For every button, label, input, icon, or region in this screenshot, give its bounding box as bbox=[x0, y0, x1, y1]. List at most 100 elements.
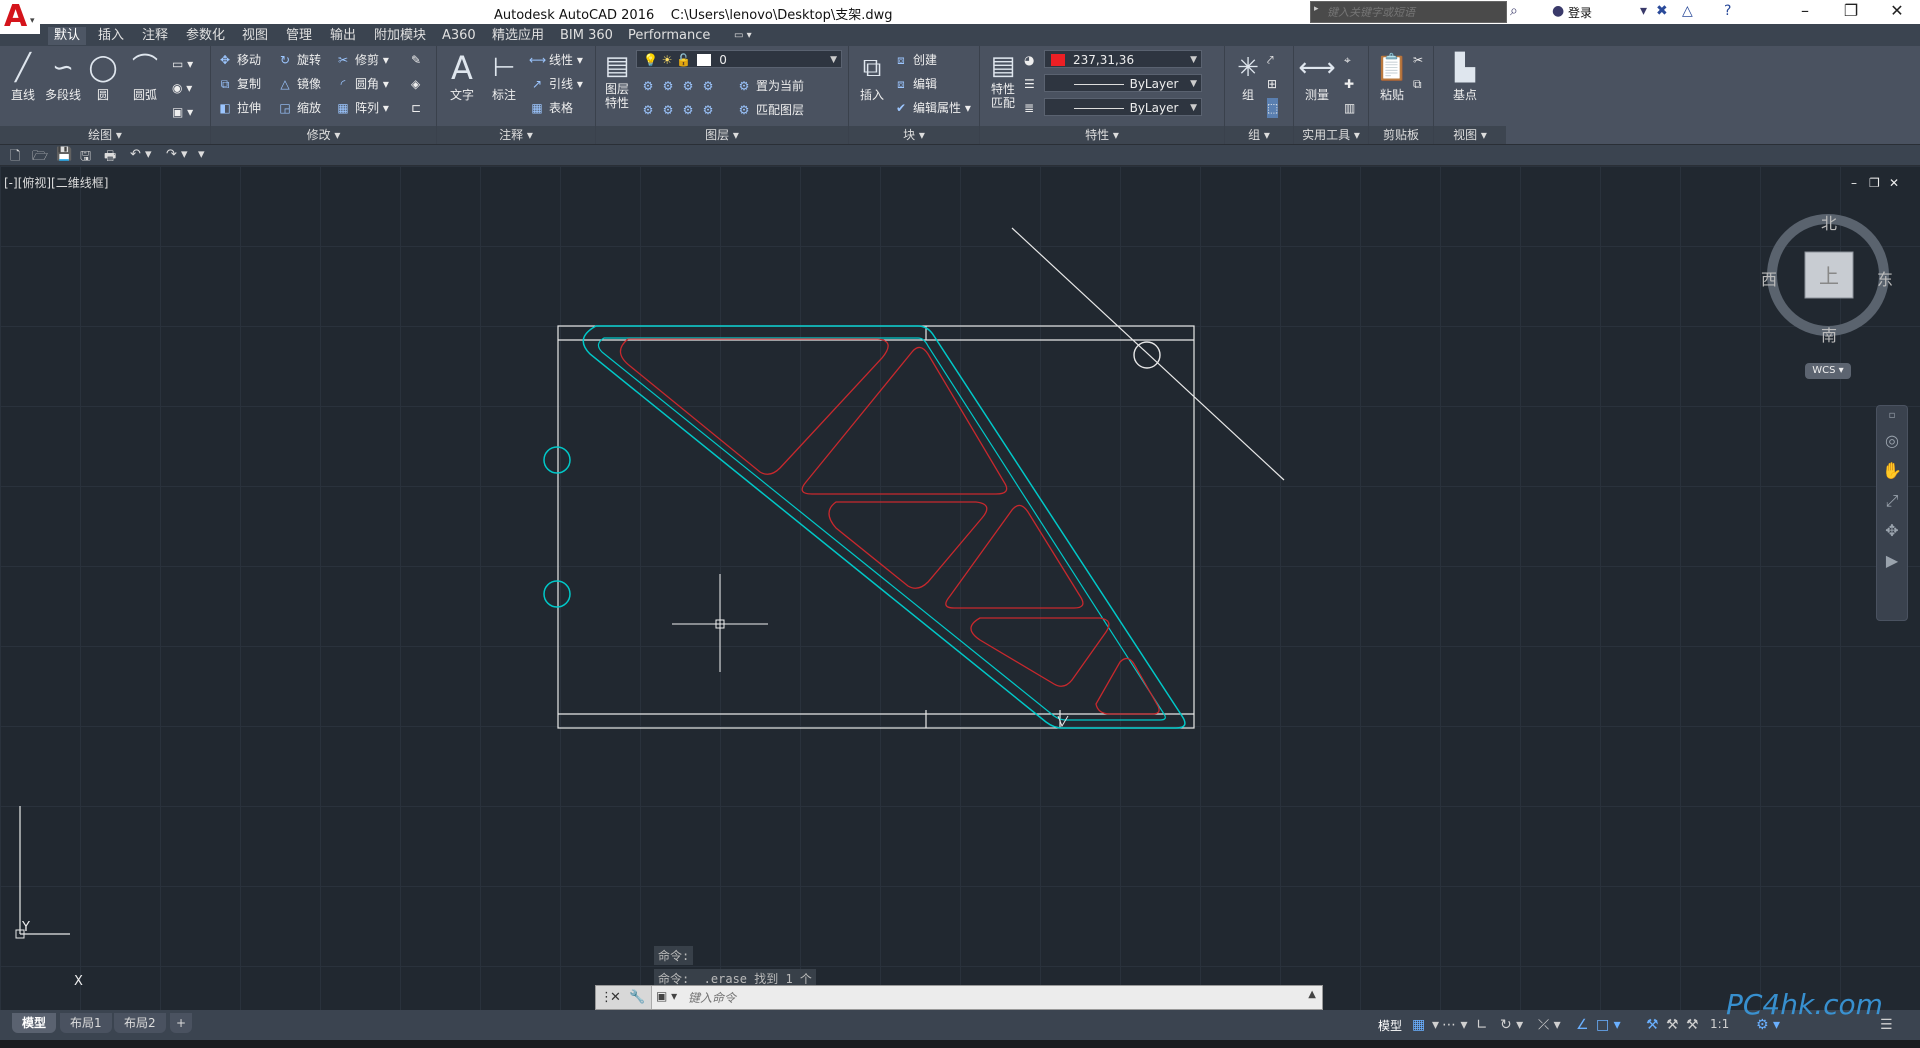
compass-east[interactable]: 东 bbox=[1877, 266, 1893, 290]
tab-overflow-icon[interactable]: ▭ ▾ bbox=[728, 27, 758, 45]
polyline-button[interactable]: ∽ 多段线 bbox=[42, 50, 84, 103]
tab-performance[interactable]: Performance bbox=[622, 27, 716, 45]
tab-bim360[interactable]: BIM 360 bbox=[554, 27, 619, 45]
object-snap-tracking-icon[interactable]: ∠ bbox=[1576, 1017, 1589, 1033]
model-space-toggle[interactable]: 模型 bbox=[1378, 1017, 1402, 1034]
boundary-icon[interactable]: ▣ ▾ bbox=[172, 102, 193, 122]
viewcube-top-label[interactable]: 上 bbox=[1819, 260, 1839, 289]
paste-button[interactable]: 📋 粘贴 bbox=[1371, 50, 1413, 103]
id-point-icon[interactable]: ⌖ bbox=[1344, 50, 1351, 70]
ortho-icon[interactable]: ∟ bbox=[1476, 1017, 1488, 1033]
undo-icon[interactable]: ↶ ▾ bbox=[130, 147, 152, 162]
application-menu-button[interactable]: A ▾ bbox=[0, 0, 40, 34]
rectangle-icon[interactable]: ▭ ▾ bbox=[172, 54, 193, 74]
drawing-canvas[interactable] bbox=[0, 166, 1920, 1010]
explode-icon[interactable]: ◈ bbox=[411, 74, 420, 94]
grid-dropdown-icon[interactable]: ▾ bbox=[1432, 1017, 1439, 1033]
draw-panel-footer[interactable]: 绘图 ▾ bbox=[0, 126, 210, 144]
leader-button[interactable]: ↗ 引线 ▾ bbox=[529, 74, 583, 94]
tab-default[interactable]: 默认 bbox=[48, 27, 87, 45]
match-layer-button[interactable]: ⚙ 匹配图层 bbox=[736, 100, 804, 120]
exchange-icon[interactable]: ✖ bbox=[1656, 3, 1668, 19]
stretch-button[interactable]: ◧ 拉伸 bbox=[217, 98, 261, 118]
redo-icon[interactable]: ↷ ▾ bbox=[166, 147, 188, 162]
layer-dropdown[interactable]: 💡 ☀ 🔓 0 ▼ bbox=[636, 50, 842, 68]
search-box[interactable]: ▸ bbox=[1310, 1, 1507, 23]
clipboard-panel-footer[interactable]: 剪贴板 bbox=[1369, 126, 1433, 144]
erase-icon[interactable]: ✎ bbox=[411, 50, 421, 70]
save-icon[interactable]: 💾 bbox=[56, 147, 72, 162]
modify-panel-footer[interactable]: 修改 ▾ bbox=[211, 126, 436, 144]
viewport-minimize-icon[interactable]: – bbox=[1851, 176, 1857, 190]
auto-scale-icon[interactable]: ⚒ bbox=[1666, 1017, 1679, 1033]
tab-featured-apps[interactable]: 精选应用 bbox=[486, 27, 550, 45]
linetype-dropdown[interactable]: ByLayer ▼ bbox=[1044, 74, 1202, 92]
copy-button[interactable]: ⧉ 复制 bbox=[217, 74, 261, 94]
pan-icon[interactable]: ✋ bbox=[1877, 456, 1907, 486]
fillet-button[interactable]: ◜ 圆角 ▾ bbox=[335, 74, 389, 94]
close-button[interactable]: ✕ bbox=[1874, 0, 1920, 24]
tab-layout1[interactable]: 布局1 bbox=[60, 1013, 112, 1033]
calculator-icon[interactable]: ▥ bbox=[1344, 98, 1355, 118]
search-input[interactable] bbox=[1325, 4, 1505, 20]
layers-panel-footer[interactable]: 图层 ▾ bbox=[596, 126, 848, 144]
snap-icon[interactable]: ⋯ ▾ bbox=[1442, 1017, 1467, 1033]
properties-panel-footer[interactable]: 特性 ▾ bbox=[980, 126, 1224, 144]
add-layout-icon[interactable]: + bbox=[170, 1013, 193, 1033]
layer-properties-button[interactable]: ▤ 图层 特性 bbox=[596, 50, 638, 110]
compass-south[interactable]: 南 bbox=[1821, 322, 1837, 346]
navbar-close-icon[interactable]: ▫ bbox=[1877, 406, 1907, 426]
groups-panel-footer[interactable]: 组 ▾ bbox=[1225, 126, 1293, 144]
compass-north[interactable]: 北 bbox=[1821, 210, 1837, 234]
arc-button[interactable]: ⌒ 圆弧 bbox=[124, 50, 166, 103]
isometric-icon[interactable]: ⤫ ▾ bbox=[1538, 1017, 1561, 1033]
tab-a360[interactable]: A360 bbox=[436, 27, 482, 45]
array-button[interactable]: ▦ 阵列 ▾ bbox=[335, 98, 389, 118]
layer-tools-row1[interactable]: ⚙ ⚙ ⚙ ⚙ bbox=[640, 76, 720, 96]
circle-button[interactable]: ◯ 圆 bbox=[82, 50, 124, 103]
command-input[interactable] bbox=[686, 989, 1290, 1007]
annotation-visibility-icon[interactable]: ⚒ bbox=[1646, 1017, 1659, 1033]
binoculars-icon[interactable]: ⌕ bbox=[1510, 3, 1518, 19]
login-link[interactable]: 登录 bbox=[1568, 4, 1592, 21]
viewport-controls[interactable]: [-][俯视][二维线框] bbox=[4, 174, 108, 191]
trim-button[interactable]: ✂ 修剪 ▾ bbox=[335, 50, 389, 70]
compass-west[interactable]: 西 bbox=[1761, 266, 1777, 290]
group-select-icon[interactable]: ⬚ bbox=[1267, 98, 1279, 118]
insert-block-button[interactable]: ⧉ 插入 bbox=[851, 50, 893, 103]
copy-clip-icon[interactable]: ⧉ bbox=[1413, 74, 1422, 94]
edit-block-button[interactable]: ⧈ 编辑 bbox=[893, 74, 937, 94]
annotation-panel-footer[interactable]: 注释 ▾ bbox=[437, 126, 595, 144]
group-button[interactable]: ✳ 组 bbox=[1227, 50, 1269, 103]
ungroup-icon[interactable]: ⤤ bbox=[1267, 50, 1274, 70]
close-command-icon[interactable]: ✕ bbox=[610, 986, 621, 1009]
scale-button[interactable]: ◲ 缩放 bbox=[277, 98, 321, 118]
tab-annotate[interactable]: 注释 bbox=[136, 27, 174, 45]
move-button[interactable]: ✥ 移动 bbox=[217, 50, 261, 70]
line-button[interactable]: ╱ 直线 bbox=[2, 50, 44, 103]
group-edit-icon[interactable]: ⊞ bbox=[1267, 74, 1277, 94]
minimize-button[interactable]: – bbox=[1782, 0, 1828, 24]
viewcube[interactable]: 北 南 东 西 上 bbox=[1761, 210, 1895, 345]
match-properties-button[interactable]: ▤ 特性 匹配 bbox=[982, 50, 1024, 110]
edit-attribute-button[interactable]: ✔ 编辑属性 ▾ bbox=[893, 98, 971, 118]
dimension-button[interactable]: ⊢ 标注 bbox=[483, 50, 525, 103]
wcs-menu[interactable]: WCS ▾ bbox=[1805, 363, 1851, 379]
view-panel-footer[interactable]: 视图 ▾ bbox=[1434, 126, 1506, 144]
measure-button[interactable]: ⟷ 测量 bbox=[1296, 50, 1338, 103]
viewport-restore-icon[interactable]: ❐ bbox=[1869, 176, 1880, 190]
customize-qat-icon[interactable]: ▾ bbox=[198, 147, 205, 162]
tab-view[interactable]: 视图 bbox=[236, 27, 274, 45]
table-button[interactable]: ▦ 表格 bbox=[529, 98, 573, 118]
polar-icon[interactable]: ↻ ▾ bbox=[1500, 1017, 1523, 1033]
annotation-scale-icon[interactable]: ⚒ bbox=[1686, 1017, 1699, 1033]
offset-icon[interactable]: ⊏ bbox=[411, 98, 421, 118]
login-dropdown-icon[interactable]: ▾ bbox=[1640, 3, 1647, 19]
command-history-toggle-icon[interactable]: ▲ bbox=[1308, 989, 1316, 1000]
tab-addins[interactable]: 附加模块 bbox=[368, 27, 432, 45]
steering-wheel-icon[interactable]: ◎ bbox=[1877, 426, 1907, 456]
lineweight-dropdown[interactable]: ByLayer ▼ bbox=[1044, 98, 1202, 116]
orbit-icon[interactable]: ✥ bbox=[1877, 516, 1907, 546]
set-current-button[interactable]: ⚙ 置为当前 bbox=[736, 76, 804, 96]
cut-icon[interactable]: ✂ bbox=[1413, 50, 1423, 70]
